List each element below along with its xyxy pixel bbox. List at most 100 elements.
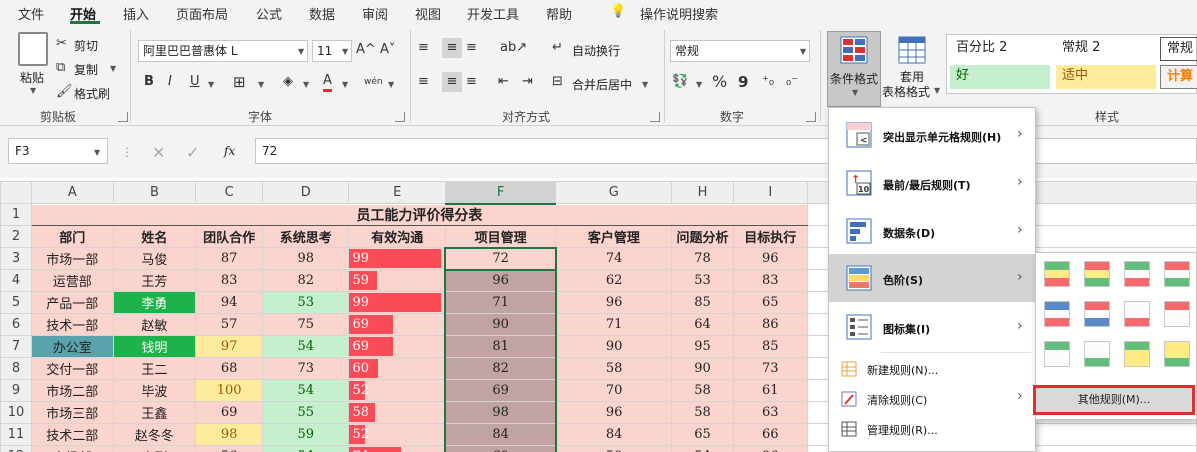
header-cell[interactable]: 问题分析 [671, 225, 734, 248]
cell-systems[interactable]: 54 [262, 445, 350, 452]
formula-input[interactable]: 72 [255, 138, 1197, 164]
underline-button[interactable]: U [190, 72, 200, 92]
cell-client-mgmt[interactable]: 84 [555, 423, 673, 446]
color-scale-option[interactable] [1044, 261, 1070, 287]
comma-button[interactable]: 9 [738, 72, 748, 92]
color-scale-option[interactable] [1164, 341, 1190, 367]
cell-client-mgmt[interactable]: 90 [555, 335, 673, 358]
header-cell[interactable]: 系统思考 [262, 225, 350, 248]
cell-dept[interactable]: 市场三部 [30, 401, 114, 424]
cell-project-mgmt[interactable]: 69 [444, 379, 557, 402]
cell-problem-analysis[interactable]: 58 [671, 401, 734, 424]
header-cell[interactable]: 目标执行 [732, 225, 808, 248]
tell-me-search[interactable]: 操作说明搜索 [640, 4, 718, 23]
row-header[interactable]: 9 [0, 379, 32, 402]
align-top-icon[interactable]: ≡ [418, 38, 429, 58]
cell-dept[interactable]: 办公室 [30, 335, 114, 358]
tab-insert[interactable]: 插入 [123, 4, 149, 23]
cell-communication-databar[interactable]: 59 [348, 269, 446, 292]
cell-teamwork[interactable]: 87 [195, 247, 264, 270]
chevron-down-icon[interactable]: ▼ [208, 80, 214, 89]
cell-client-mgmt[interactable]: 62 [555, 269, 673, 292]
cell-name[interactable]: 王二 [112, 357, 197, 380]
cell-client-mgmt[interactable]: 96 [555, 291, 673, 314]
tab-page-layout[interactable]: 页面布局 [176, 4, 228, 23]
header-cell[interactable]: 有效沟通 [348, 225, 446, 248]
grow-font-button[interactable]: A^ [356, 40, 376, 60]
cell-goal-execution[interactable]: 73 [732, 357, 808, 380]
decrease-indent-icon[interactable]: ⇤ [498, 72, 509, 92]
chevron-down-icon[interactable]: ▼ [934, 86, 940, 95]
insert-function-button[interactable]: fx [224, 144, 235, 158]
col-header[interactable]: C [195, 181, 264, 204]
col-header[interactable]: H [671, 181, 734, 204]
cell-goal-execution[interactable]: 65 [732, 291, 808, 314]
number-format-select[interactable]: 常规 [670, 40, 810, 62]
cell-communication-databar[interactable]: 69 [348, 335, 446, 358]
cell-dept[interactable]: 市场一部 [30, 247, 114, 270]
cell-problem-analysis[interactable]: 64 [671, 313, 734, 336]
menu-item-data-bars[interactable]: 数据条(D) › [829, 208, 1035, 254]
style-normal[interactable]: 常规 [1160, 37, 1197, 61]
format-as-table-icon[interactable] [898, 36, 926, 64]
cell-name[interactable]: 毕波 [112, 379, 197, 402]
clipboard-launcher-icon[interactable] [118, 112, 128, 122]
color-scale-option[interactable] [1084, 301, 1110, 327]
cell-problem-analysis[interactable]: 95 [671, 335, 734, 358]
cell-teamwork[interactable]: 83 [195, 269, 264, 292]
color-scale-option[interactable] [1084, 261, 1110, 287]
chevron-down-icon[interactable]: ▼ [388, 80, 394, 89]
color-scale-option[interactable] [1124, 261, 1150, 287]
number-launcher-icon[interactable] [806, 112, 816, 122]
tab-help[interactable]: 帮助 [546, 4, 572, 23]
cell-project-mgmt[interactable]: 84 [444, 423, 557, 446]
cell-client-mgmt[interactable]: 74 [555, 247, 673, 270]
header-cell[interactable]: 部门 [30, 225, 114, 248]
cell-communication-databar[interactable]: 58 [348, 401, 446, 424]
tab-file[interactable]: 文件 [18, 4, 44, 23]
cell-dept[interactable]: 交付一部 [30, 357, 114, 380]
cell-systems[interactable]: 54 [262, 379, 350, 402]
cell-systems[interactable]: 98 [262, 247, 350, 270]
currency-icon[interactable]: 💱 [672, 72, 688, 92]
cell-client-mgmt[interactable]: 71 [555, 313, 673, 336]
cell-systems[interactable]: 73 [262, 357, 350, 380]
cut-button[interactable]: 剪切 [74, 37, 98, 54]
chevron-down-icon[interactable]: ▼ [94, 148, 100, 157]
cell-goal-execution[interactable]: 96 [732, 247, 808, 270]
sheet-title[interactable]: 员工能力评价得分表 [30, 203, 808, 226]
select-all[interactable] [0, 181, 32, 204]
name-box[interactable]: F3 [8, 138, 108, 164]
font-name-select[interactable]: 阿里巴巴普惠体 L [138, 40, 308, 62]
borders-icon[interactable]: ⊞ [233, 72, 246, 92]
cell-teamwork[interactable]: 57 [195, 313, 264, 336]
row-header[interactable]: 10 [0, 401, 32, 424]
chevron-down-icon[interactable]: ▼ [30, 86, 36, 95]
cell-project-mgmt[interactable]: 81 [444, 335, 557, 358]
row-header[interactable]: 5 [0, 291, 32, 314]
cell-problem-analysis[interactable]: 65 [671, 423, 734, 446]
col-header[interactable]: F [444, 181, 557, 205]
cell-communication-databar[interactable]: 52 [348, 379, 446, 402]
row-header[interactable]: 3 [0, 247, 32, 270]
cell-name[interactable]: 李勇 [112, 291, 197, 314]
color-scale-option[interactable] [1044, 341, 1070, 367]
cell-systems[interactable]: 55 [262, 401, 350, 424]
cell-project-mgmt[interactable]: 71 [444, 291, 557, 314]
paste-button[interactable]: 粘贴 [20, 69, 44, 86]
paste-icon[interactable] [18, 32, 48, 66]
chevron-down-icon[interactable]: ▼ [342, 80, 348, 89]
cell-project-mgmt[interactable]: 60 [444, 445, 557, 452]
header-cell[interactable]: 团队合作 [195, 225, 264, 248]
cell-dept[interactable]: 运营部 [30, 269, 114, 292]
cell-goal-execution[interactable]: 83 [732, 269, 808, 292]
color-scale-option[interactable] [1044, 301, 1070, 327]
row-header[interactable]: 6 [0, 313, 32, 336]
menu-item-color-scales[interactable]: 色阶(S) › [829, 254, 1035, 302]
cell-goal-execution[interactable]: 96 [732, 445, 808, 452]
format-painter-button[interactable]: 格式刷 [74, 85, 110, 102]
header-cell[interactable]: 姓名 [112, 225, 197, 248]
align-middle-icon[interactable]: ≡ [442, 38, 462, 58]
cell-teamwork[interactable]: 94 [195, 291, 264, 314]
chevron-down-icon[interactable]: ▼ [258, 80, 264, 89]
